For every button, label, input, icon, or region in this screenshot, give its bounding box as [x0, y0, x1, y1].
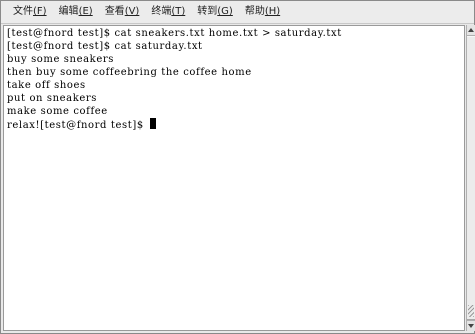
menu-file[interactable]: 文件(F) — [7, 1, 53, 23]
menu-edit[interactable]: 编辑(E) — [53, 1, 99, 23]
menu-view-label: 查看 — [104, 6, 125, 17]
vertical-scrollbar[interactable] — [466, 25, 475, 331]
terminal-line: [test@fnord test]$ cat sneakers.txt home… — [7, 28, 342, 39]
menu-file-mnemonic: (F) — [33, 6, 47, 17]
menu-file-label: 文件 — [13, 6, 33, 17]
menu-help-mnemonic: (H) — [264, 6, 281, 17]
menu-bar: 文件(F) 编辑(E) 查看(V) 终端(T) 转到(G) 帮助(H) — [1, 1, 474, 24]
arrow-down-icon — [468, 324, 474, 328]
menu-edit-label: 编辑 — [58, 6, 79, 17]
menu-help-label: 帮助 — [244, 6, 265, 17]
terminal-line: make some coffee — [7, 106, 108, 117]
menu-view[interactable]: 查看(V) — [99, 1, 146, 23]
terminal-prompt-line: relax![test@fnord test]$ — [7, 118, 461, 131]
scrollbar-thumb[interactable] — [467, 36, 475, 320]
terminal-line: then buy some coffeebring the coffee hom… — [7, 67, 252, 78]
menu-go-mnemonic: (G) — [217, 6, 233, 17]
scroll-down-button[interactable] — [467, 320, 475, 331]
menu-help[interactable]: 帮助(H) — [239, 1, 286, 23]
terminal-output[interactable]: [test@fnord test]$ cat sneakers.txt home… — [3, 25, 465, 331]
terminal-line: [test@fnord test]$ cat saturday.txt — [7, 41, 203, 52]
menu-terminal[interactable]: 终端(T) — [145, 1, 191, 23]
arrow-up-icon — [468, 28, 474, 32]
menu-terminal-mnemonic: (T) — [171, 6, 186, 17]
grip-icon — [468, 305, 474, 317]
menu-go-label: 转到 — [197, 6, 218, 17]
terminal-prompt: relax![test@fnord test]$ — [7, 120, 148, 131]
terminal-line: buy some sneakers — [7, 54, 114, 65]
menu-edit-mnemonic: (E) — [78, 6, 93, 17]
terminal-line: put on sneakers — [7, 93, 98, 104]
menu-go[interactable]: 转到(G) — [191, 1, 239, 23]
menu-view-mnemonic: (V) — [124, 6, 140, 17]
text-cursor — [149, 118, 156, 129]
terminal-window: 文件(F) 编辑(E) 查看(V) 终端(T) 转到(G) 帮助(H) [tes… — [0, 0, 475, 334]
terminal-line: take off shoes — [7, 80, 86, 91]
scroll-up-button[interactable] — [467, 25, 475, 36]
menu-terminal-label: 终端 — [151, 6, 172, 17]
